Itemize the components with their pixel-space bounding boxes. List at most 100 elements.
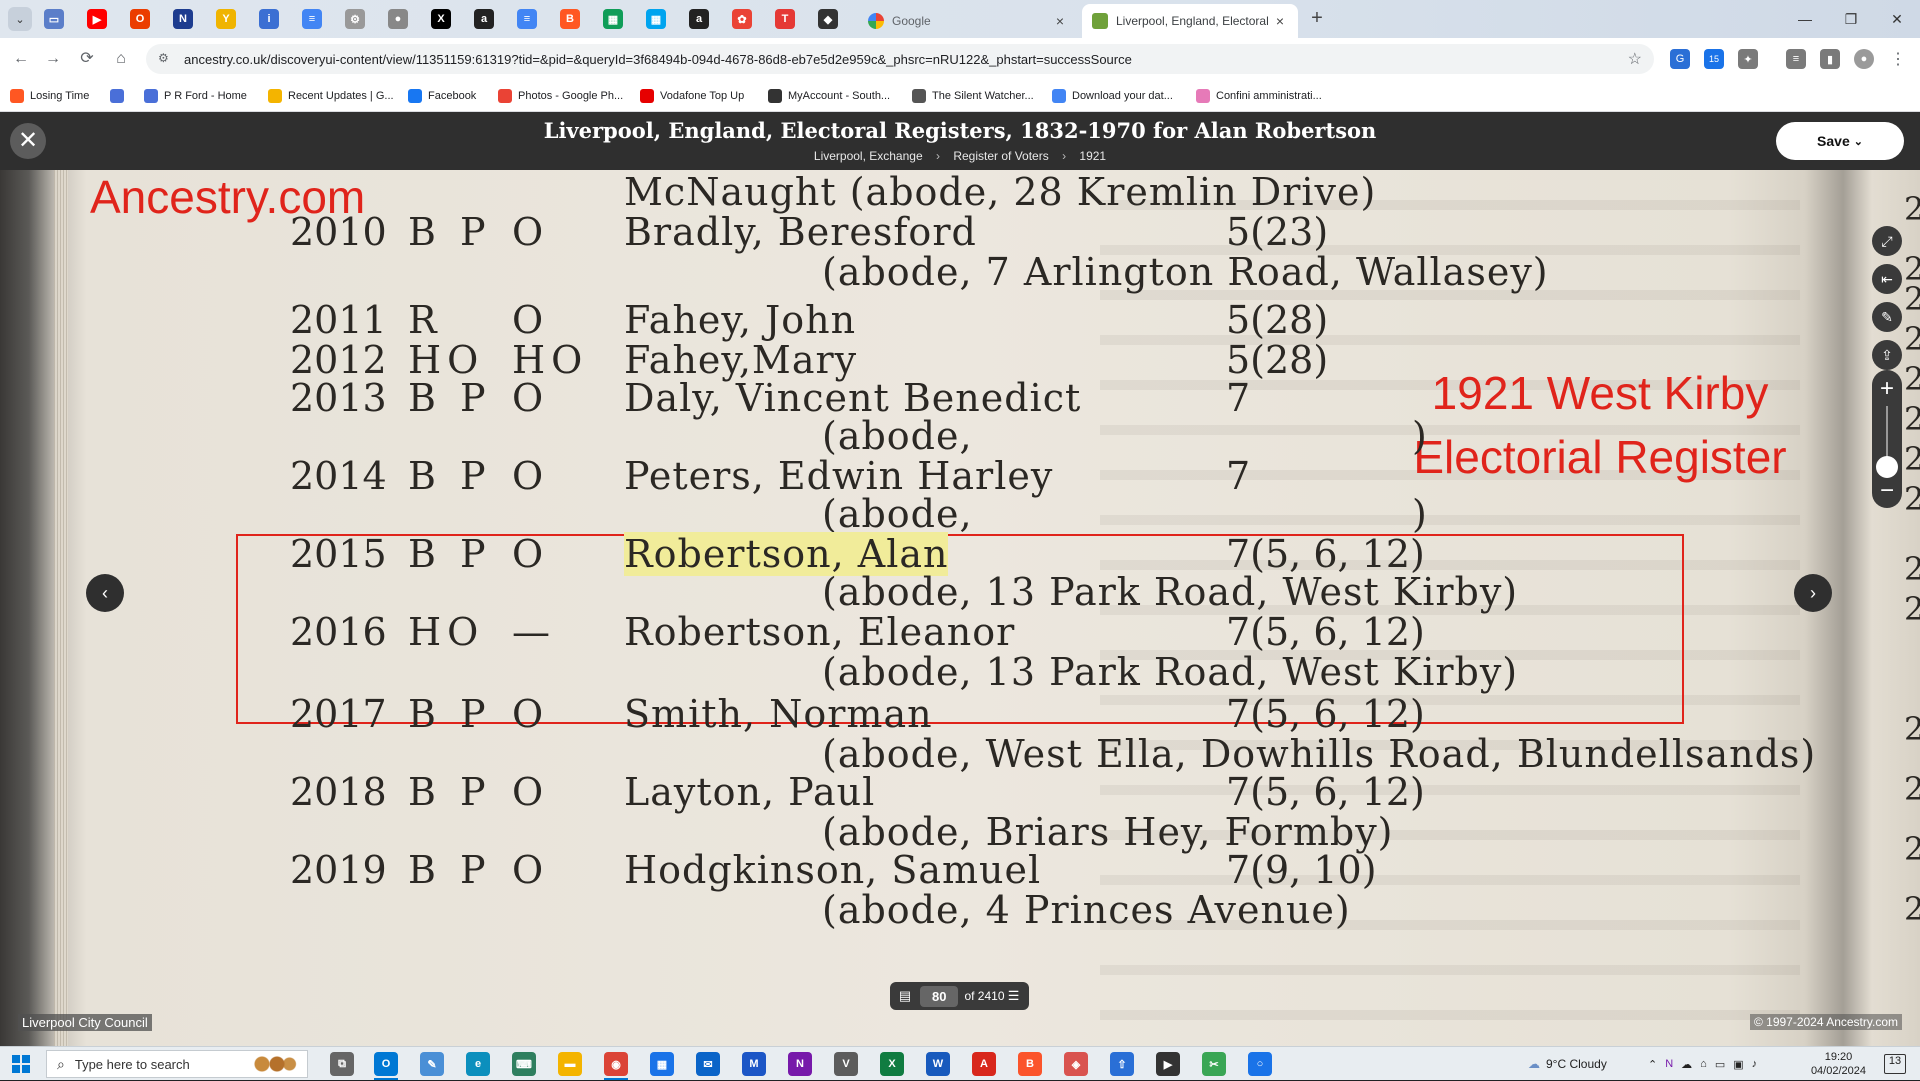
tab-favicon-ms-icon[interactable]: ▦ [646,9,666,29]
outlook-icon[interactable]: O [374,1052,398,1076]
share-icon[interactable]: ⇪ [1872,340,1902,370]
index-panel-icon[interactable]: ☰ [1005,988,1023,1004]
tools-wrench-icon[interactable]: ✎ [1872,302,1902,332]
uploader-icon[interactable]: ⇧ [1110,1052,1134,1076]
document-image[interactable]: Ancestry.com 1921 West Kirby Electorial … [0,170,1920,1046]
tab-favicon-youtube-icon[interactable]: ▶ [87,9,107,29]
bookmark-star-icon[interactable]: ☆ [1628,49,1642,69]
store-icon[interactable]: ▦ [650,1052,674,1076]
tray-network-icon[interactable]: ▣ [1733,1058,1743,1071]
bookmark-item[interactable]: The Silent Watcher... [912,87,1034,105]
cortana-icon[interactable]: ○ [1248,1052,1272,1076]
chrome-icon[interactable]: ◉ [604,1052,628,1076]
extensions-puzzle-icon[interactable]: ✦ [1738,49,1758,69]
tab-favicon-x-icon[interactable]: X [431,9,451,29]
tab-favicon-amazon-icon[interactable]: a [474,9,494,29]
brave-icon[interactable]: B [1018,1052,1042,1076]
onenote-icon[interactable]: N [788,1052,812,1076]
close-window-button[interactable]: ✕ [1874,0,1920,38]
tab-favicon-photos-icon[interactable]: ✿ [732,9,752,29]
minimize-button[interactable]: — [1782,0,1828,38]
tab-search-chevron-icon[interactable]: ⌄ [8,7,32,31]
clock[interactable]: 19:20 04/02/2024 [1811,1050,1866,1078]
new-tab-button[interactable]: + [1306,8,1328,30]
task-view-icon[interactable]: ⧉ [330,1052,354,1076]
breadcrumb-item-year[interactable]: 1921 [1079,149,1106,163]
maximize-button[interactable]: ❐ [1828,0,1874,38]
home-button[interactable]: ⌂ [110,48,132,70]
tray-volume-icon[interactable]: ♪ [1752,1058,1758,1070]
tab-close-icon[interactable]: × [1272,13,1288,29]
forward-button[interactable]: → [42,48,64,70]
tab-favicon-office-icon[interactable]: O [130,9,150,29]
zoom-out-icon[interactable]: − [1872,476,1902,506]
breadcrumb-item-register[interactable]: Register of Voters [953,149,1048,163]
tab-favicon-sheets-icon[interactable]: ▦ [603,9,623,29]
side-panel-icon[interactable]: ▮ [1820,49,1840,69]
bookmark-item[interactable]: P R Ford - Home [144,87,247,105]
tab-favicon-todo-icon[interactable]: T [775,9,795,29]
tab-favicon-chip-icon[interactable]: ◆ [818,9,838,29]
excel-icon[interactable]: X [880,1052,904,1076]
bookmark-item[interactable]: MyAccount - South... [768,87,890,105]
fullscreen-icon[interactable]: ⤢ [1872,226,1902,256]
tab-favicon-amazon2-icon[interactable]: a [689,9,709,29]
reading-list-icon[interactable]: ≡ [1786,49,1806,69]
tab-favicon-n-icon[interactable]: N [173,9,193,29]
bookmark-item[interactable]: Vodafone Top Up [640,87,744,105]
tray-battery-icon[interactable]: ▭ [1715,1058,1725,1071]
bookmark-item[interactable]: Facebook [408,87,476,105]
tab-favicon-doc-icon[interactable]: ≡ [302,9,322,29]
tray-onenote-icon[interactable]: N [1665,1058,1673,1070]
tab-favicon-y-icon[interactable]: Y [216,9,236,29]
tab-favicon-globe-icon[interactable]: ● [388,9,408,29]
tab-favicon-blogger-icon[interactable]: B [560,9,580,29]
save-button[interactable]: Save ⌄ [1776,122,1904,160]
windows-start-icon[interactable] [12,1055,30,1073]
previous-image-button[interactable]: ‹ [86,574,124,612]
tab-favicon-1-icon[interactable]: ▭ [44,9,64,29]
extension-badge-icon[interactable]: 15 [1704,49,1724,69]
address-bar[interactable]: ⚙ ancestry.co.uk/discoveryui-content/vie… [146,44,1654,74]
word-icon[interactable]: W [926,1052,950,1076]
tab-favicon-gear-icon[interactable]: ⚙ [345,9,365,29]
vpn-icon[interactable]: V [834,1052,858,1076]
url-text[interactable]: ancestry.co.uk/discoveryui-content/view/… [184,52,1628,67]
filmstrip-icon[interactable]: ▤ [896,988,914,1004]
bookmark-item[interactable]: Photos - Google Ph... [498,87,623,105]
tab-ancestry[interactable]: Liverpool, England, Electoral Re × [1082,4,1298,38]
tab-close-icon[interactable]: × [1052,13,1068,29]
extension-translate-icon[interactable]: G [1670,49,1690,69]
collapse-panel-icon[interactable]: ⇤ [1872,264,1902,294]
media-icon[interactable]: ◈ [1064,1052,1088,1076]
acrobat-icon[interactable]: A [972,1052,996,1076]
edge-icon[interactable]: e [466,1052,490,1076]
terminal-icon[interactable]: ⌨ [512,1052,536,1076]
zoom-in-icon[interactable]: + [1872,374,1902,404]
malwarebytes-icon[interactable]: M [742,1052,766,1076]
back-button[interactable]: ← [10,48,32,70]
notification-center-icon[interactable]: 13 [1884,1054,1906,1074]
sniping-icon[interactable]: ✂ [1202,1052,1226,1076]
site-info-icon[interactable]: ⚙ [158,51,174,67]
tab-google[interactable]: Google × [858,4,1078,38]
breadcrumb-item-place[interactable]: Liverpool, Exchange [814,149,923,163]
profile-avatar-icon[interactable]: ● [1854,49,1874,69]
tray-usb-icon[interactable]: ⌂ [1700,1058,1707,1070]
tab-favicon-docs-icon[interactable]: ≡ [517,9,537,29]
zoom-slider-thumb[interactable] [1876,456,1898,478]
mail-icon[interactable]: ✉ [696,1052,720,1076]
bookmark-item[interactable]: Recent Updates | G... [268,87,394,105]
tray-cloud-icon[interactable]: ☁ [1681,1058,1692,1071]
bookmark-item[interactable]: Losing Time [10,87,89,105]
bookmark-item[interactable]: Confini amministrati... [1196,87,1322,105]
reload-button[interactable]: ⟳ [76,48,98,70]
tab-favicon-person-icon[interactable]: i [259,9,279,29]
notepad-icon[interactable]: ✎ [420,1052,444,1076]
weather-widget[interactable]: ☁ 9°C Cloudy [1528,1047,1607,1081]
next-image-button[interactable]: › [1794,574,1832,612]
file-explorer-icon[interactable]: ▬ [558,1052,582,1076]
bookmark-item[interactable] [110,87,130,105]
page-number-input[interactable]: 80 [920,985,959,1007]
player-icon[interactable]: ▶ [1156,1052,1180,1076]
